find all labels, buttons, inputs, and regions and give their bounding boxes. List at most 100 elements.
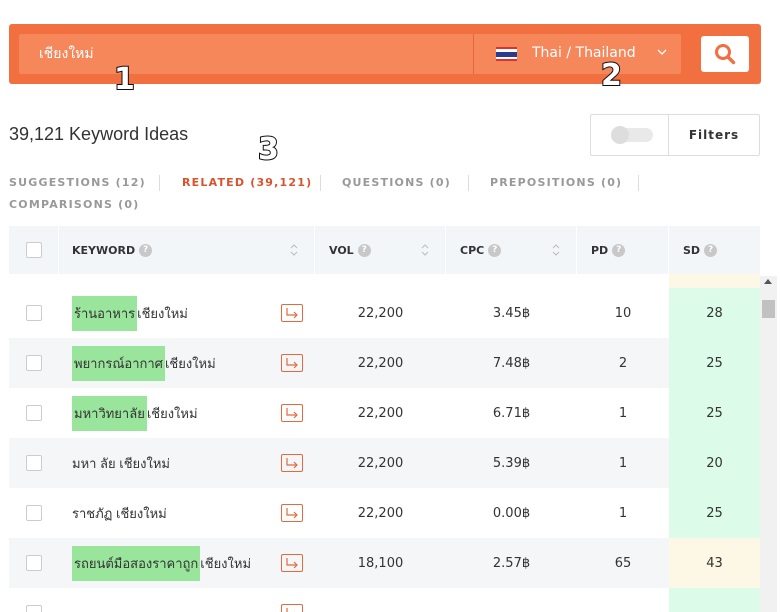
search-keyword-button[interactable]: [281, 404, 303, 422]
row-select-cell: [9, 588, 59, 612]
table-row: ราชภัฏ เชียงใหม่ 22,200 0.00฿ 1 25: [9, 488, 760, 538]
pd-cell-value: 1: [618, 455, 628, 471]
help-icon[interactable]: ?: [488, 243, 502, 257]
row-checkbox[interactable]: [26, 505, 42, 521]
partial-row-strip: [9, 274, 760, 288]
keyword-highlight: รถยนต์มือสองราคาถูก: [72, 545, 201, 581]
cpc-cell-value: 6.71฿: [492, 405, 531, 421]
annotation-marker-2: 2: [600, 57, 623, 94]
search-keyword-button[interactable]: [281, 304, 303, 322]
sd-column-header[interactable]: SD ?: [669, 226, 760, 274]
sd-header-label: SD: [683, 243, 701, 257]
help-icon[interactable]: ?: [704, 243, 718, 257]
tab-divider: [320, 175, 321, 191]
keyword-cell: มหาวิทยาลัย เชียงใหม่: [59, 388, 315, 438]
filter-toggle[interactable]: [591, 115, 669, 155]
row-checkbox[interactable]: [26, 355, 42, 371]
search-keyword-button[interactable]: [281, 504, 303, 522]
keyword-search-input[interactable]: เชียงใหม่: [19, 34, 473, 74]
vol-cell: 22,200: [315, 488, 446, 538]
country-select[interactable]: Thai / Thailand: [473, 34, 681, 74]
sd-cell-value: 20: [706, 455, 723, 471]
keyword-text[interactable]: เชียงใหม่: [147, 403, 198, 424]
cpc-column-header[interactable]: CPC ?: [446, 226, 577, 274]
pd-cell: 1: [577, 388, 669, 438]
redirect-arrow-icon: [286, 558, 298, 569]
vol-header-label: VOL: [329, 243, 354, 257]
vol-cell-value: 22,200: [357, 305, 404, 321]
toggle-knob: [611, 126, 629, 144]
vol-cell-value: 18,100: [357, 555, 404, 571]
vol-cell: [315, 588, 446, 612]
sd-cell: 43: [669, 538, 760, 588]
cpc-cell-value: 0.00฿: [492, 505, 531, 521]
keyword-text[interactable]: เชียงใหม่: [137, 303, 188, 324]
row-checkbox[interactable]: [26, 555, 42, 571]
pd-column-header[interactable]: PD ?: [577, 226, 669, 274]
table-header: KEYWORD ? VOL ? CPC ? PD ? SD ?: [9, 226, 760, 274]
tab-questions[interactable]: QUESTIONS (0): [342, 176, 451, 189]
keyword-text[interactable]: เชียงใหม่: [165, 353, 216, 374]
select-all-checkbox[interactable]: [25, 242, 42, 258]
cpc-cell-value: 5.39฿: [492, 455, 531, 471]
keyword-ideas-count: 39,121 Keyword Ideas: [9, 124, 189, 144]
cpc-cell-value: 3.45฿: [492, 305, 531, 321]
search-keyword-button[interactable]: [281, 554, 303, 572]
row-select-cell: [9, 488, 59, 538]
keyword-highlight: มหาวิทยาลัย: [72, 395, 147, 431]
help-icon[interactable]: ?: [357, 243, 371, 257]
pd-cell: 2: [577, 338, 669, 388]
row-checkbox[interactable]: [26, 605, 42, 612]
row-select-cell: [9, 538, 59, 588]
vol-column-header[interactable]: VOL ?: [315, 226, 446, 274]
cpc-cell: 6.71฿: [446, 388, 577, 438]
pd-cell: 1: [577, 438, 669, 488]
row-checkbox[interactable]: [26, 305, 42, 321]
table-row: มหา ลัย เชียงใหม่ 22,200 5.39฿ 1 20: [9, 438, 760, 488]
keyword-highlight: พยากรณ์อากาศ: [72, 345, 165, 381]
search-button[interactable]: [701, 36, 749, 72]
table-row: พยากรณ์อากาศ เชียงใหม่ 22,200 7.48฿ 2 25: [9, 338, 760, 388]
scroll-up-arrow-icon[interactable]: [764, 279, 772, 284]
tab-divider: [468, 175, 469, 191]
vol-cell-value: 22,200: [357, 405, 404, 421]
vol-cell: 22,200: [315, 288, 446, 338]
vol-cell: 18,100: [315, 538, 446, 588]
pd-cell-value: 65: [614, 555, 632, 571]
help-icon[interactable]: ?: [612, 243, 626, 257]
redirect-arrow-icon: [286, 508, 298, 519]
tab-comparisons[interactable]: COMPARISONS (0): [9, 198, 139, 211]
sd-cell-value: 43: [706, 555, 723, 571]
tab-prepositions[interactable]: PREPOSITIONS (0): [490, 176, 622, 189]
table-body: ร้านอาหาร เชียงใหม่ 22,200 3.45฿ 10 28 พยากรณ…: [9, 288, 760, 612]
row-checkbox[interactable]: [26, 405, 42, 421]
keyword-text[interactable]: เชียงใหม่: [200, 553, 251, 574]
cpc-cell: 2.57฿: [446, 538, 577, 588]
filters-button[interactable]: Filters: [669, 115, 759, 155]
vol-cell: 22,200: [315, 338, 446, 388]
cpc-cell-value: 7.48฿: [492, 355, 531, 371]
sort-icon: [421, 244, 429, 256]
search-keyword-button[interactable]: [281, 454, 303, 472]
keyword-text[interactable]: มหา ลัย เชียงใหม่: [72, 453, 170, 474]
vol-cell-value: 22,200: [357, 355, 404, 371]
tab-suggestions[interactable]: SUGGESTIONS (12): [9, 176, 146, 189]
search-keyword-button[interactable]: [281, 604, 303, 612]
help-icon[interactable]: ?: [139, 243, 153, 257]
sd-cell-value: 25: [706, 405, 723, 421]
row-checkbox[interactable]: [26, 455, 42, 471]
keyword-cell: ร้านอาหาร เชียงใหม่: [59, 288, 315, 338]
table-row: [9, 588, 760, 612]
keyword-cell: มหา ลัย เชียงใหม่: [59, 438, 315, 488]
row-select-cell: [9, 288, 59, 338]
keyword-column-header[interactable]: KEYWORD ?: [59, 226, 315, 274]
chevron-down-icon: [657, 49, 667, 55]
keyword-text[interactable]: ราชภัฏ เชียงใหม่: [72, 503, 167, 524]
cpc-cell: 3.45฿: [446, 288, 577, 338]
pd-cell-value: 1: [618, 505, 628, 521]
cpc-cell: 7.48฿: [446, 338, 577, 388]
tab-related[interactable]: RELATED (39,121): [182, 176, 312, 189]
table-scrollbar[interactable]: [760, 276, 777, 612]
scroll-thumb[interactable]: [762, 300, 775, 318]
search-keyword-button[interactable]: [281, 354, 303, 372]
